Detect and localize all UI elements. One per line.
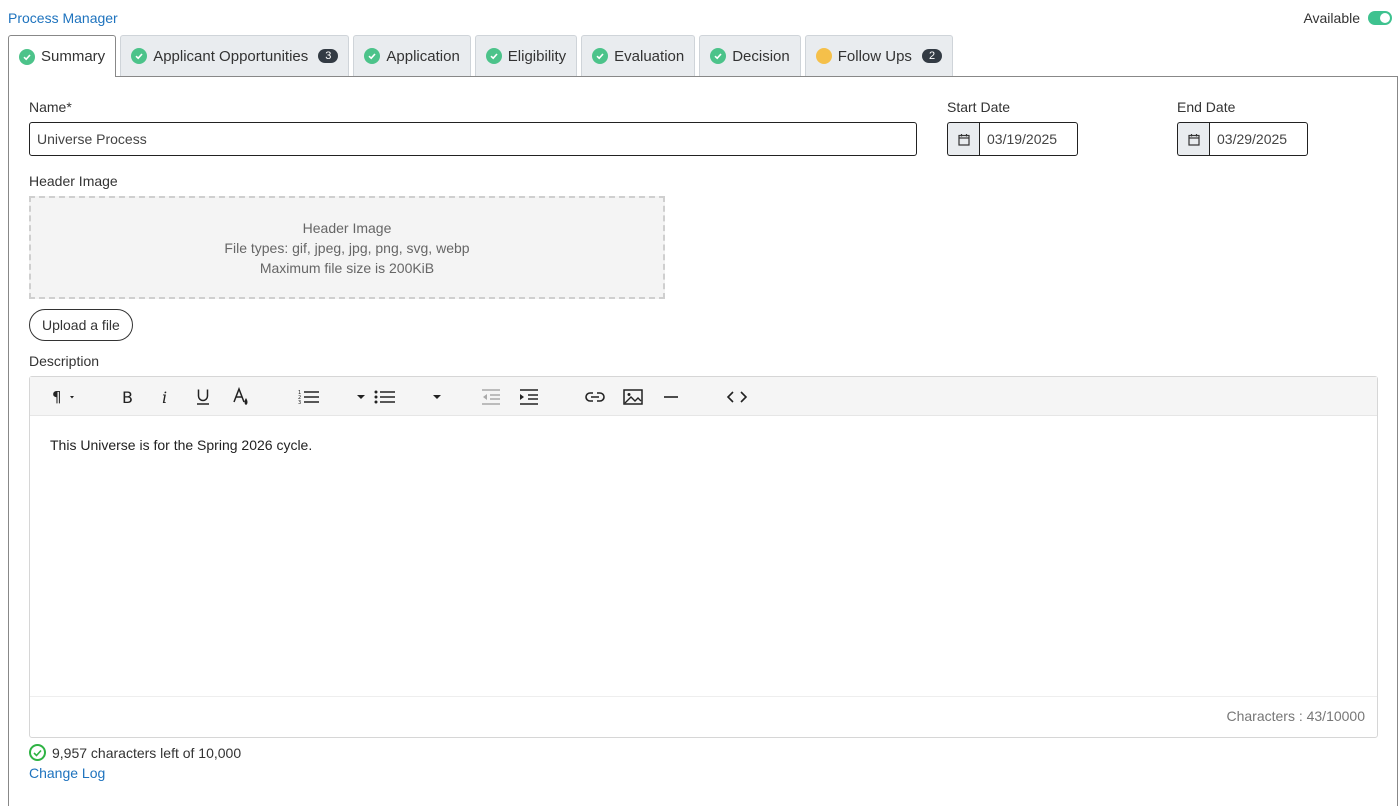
check-circle-icon [29,744,46,761]
ordered-list-icon[interactable]: 123 [296,385,322,409]
check-circle-icon [131,48,148,64]
horizontal-rule-icon[interactable] [658,385,684,409]
font-color-icon[interactable] [228,385,254,409]
tab-label: Summary [41,48,106,65]
start-date-label: Start Date [947,99,1011,115]
tab-follow-ups[interactable]: Follow Ups 2 [804,35,954,76]
character-counter: Characters : 43/10000 [1226,708,1365,724]
editor-content[interactable]: This Universe is for the Spring 2026 cyc… [50,437,312,453]
header-image-dropzone[interactable]: Header Image File types: gif, jpeg, jpg,… [29,196,665,299]
check-circle-icon [592,48,609,64]
tab-label: Follow Ups [837,47,912,65]
bold-icon[interactable]: B [114,385,140,409]
tab-label: Eligibility [507,47,567,65]
editor-footer-divider [30,696,1377,697]
name-label: Name* [29,99,72,115]
ordered-list-dropdown-icon[interactable] [348,385,374,409]
available-toggle[interactable] [1368,11,1392,25]
editor-toolbar: ¶ B i 123 [30,377,1377,416]
characters-left-text: 9,957 characters left of 10,000 [52,744,242,761]
tab-eligibility[interactable]: Eligibility [474,35,578,76]
tab-application[interactable]: Application [353,35,471,76]
count-badge: 3 [318,49,339,63]
paragraph-icon[interactable]: ¶ [48,385,82,409]
change-log-link[interactable]: Change Log [29,765,105,781]
tab-label: Applicant Opportunities [153,47,309,65]
available-label: Available [1303,10,1360,26]
start-date-input[interactable] [979,122,1078,156]
pending-circle-icon [815,48,832,64]
calendar-icon[interactable] [1177,122,1209,156]
svg-text:¶: ¶ [52,389,62,405]
link-icon[interactable] [582,385,608,409]
svg-text:3: 3 [298,400,301,405]
unordered-list-icon[interactable] [372,385,398,409]
availability: Available [1303,10,1392,26]
end-date-input[interactable] [1209,122,1308,156]
process-manager-link[interactable]: Process Manager [8,10,118,26]
end-date-group [1177,122,1308,156]
summary-panel: Name* Start Date End Date Header Image H… [8,76,1398,806]
svg-text:B: B [122,389,133,405]
dropzone-max-size: Maximum file size is 200KiB [259,259,435,276]
tab-summary[interactable]: Summary [8,35,117,77]
upload-file-button[interactable]: Upload a file [29,309,133,341]
tab-bar: Summary Applicant Opportunities 3 Applic… [8,35,957,77]
indent-icon[interactable] [516,385,542,409]
tab-label: Evaluation [614,47,685,65]
code-view-icon[interactable] [724,385,750,409]
outdent-icon[interactable] [478,385,504,409]
check-circle-icon [710,48,727,64]
dropzone-title: Header Image [302,219,392,236]
calendar-icon[interactable] [947,122,979,156]
description-label: Description [29,353,100,369]
tab-label: Application [386,47,460,65]
tab-evaluation[interactable]: Evaluation [581,35,696,76]
check-circle-icon [485,48,502,64]
end-date-label: End Date [1177,99,1236,115]
underline-icon[interactable] [190,385,216,409]
unordered-list-dropdown-icon[interactable] [424,385,450,409]
image-icon[interactable] [620,385,646,409]
dropzone-file-types: File types: gif, jpeg, jpg, png, svg, we… [224,239,470,256]
characters-left: 9,957 characters left of 10,000 [29,744,241,761]
tab-applicant-opportunities[interactable]: Applicant Opportunities 3 [120,35,350,76]
check-circle-icon [364,48,381,64]
header-image-label: Header Image [29,173,118,189]
italic-icon[interactable]: i [152,385,178,409]
description-editor: ¶ B i 123 This Universe is for the Sprin… [29,376,1378,738]
svg-text:i: i [162,389,167,405]
count-badge: 2 [921,49,943,63]
tab-label: Decision [732,47,790,65]
top-bar: Process Manager Available [0,0,1400,36]
start-date-group [947,122,1078,156]
check-circle-icon [19,48,35,65]
tab-decision[interactable]: Decision [699,35,801,76]
name-input[interactable] [29,122,917,156]
